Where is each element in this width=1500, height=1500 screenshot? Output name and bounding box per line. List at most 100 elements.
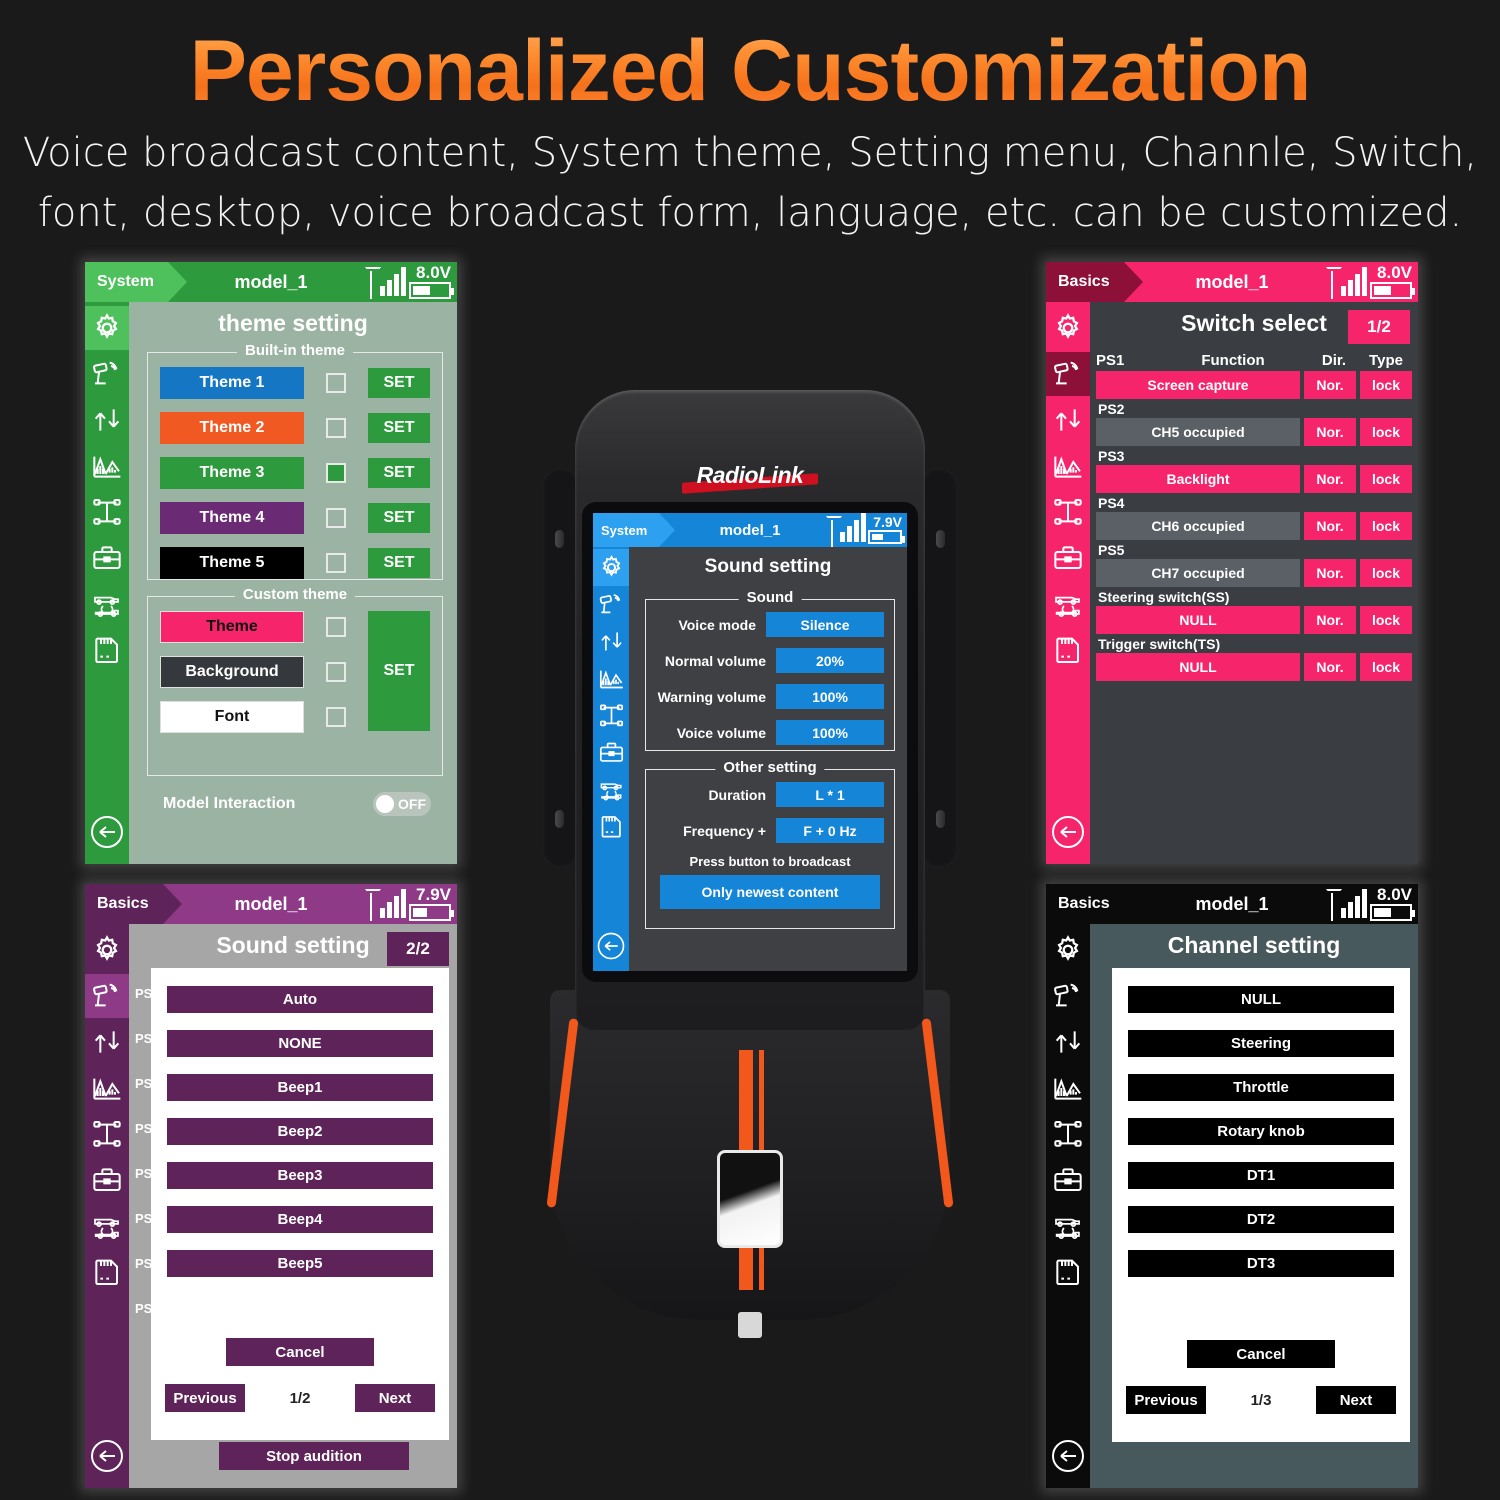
sidebar-item-chassis[interactable]: [1049, 1112, 1087, 1156]
switch-type-cell[interactable]: lock: [1360, 559, 1412, 587]
theme-option-button[interactable]: Theme 5: [160, 547, 304, 579]
sound-option-button[interactable]: Auto: [167, 986, 433, 1013]
sound-option-button[interactable]: Beep3: [167, 1162, 433, 1189]
theme-set-button[interactable]: SET: [368, 548, 430, 578]
channel-option-button[interactable]: DT2: [1128, 1206, 1394, 1233]
sidebar-item-sdcard[interactable]: [596, 808, 627, 845]
sidebar-item-sdcard[interactable]: [88, 1250, 126, 1294]
sidebar-item-chart[interactable]: [88, 1066, 126, 1110]
sound-option-button[interactable]: Beep1: [167, 1074, 433, 1101]
sidebar-item-chart[interactable]: [596, 660, 627, 697]
custom-theme-checkbox[interactable]: [326, 617, 346, 637]
sidebar-item-chassis[interactable]: [88, 490, 126, 534]
sidebar-item-chassis[interactable]: [88, 1112, 126, 1156]
switch-type-cell[interactable]: lock: [1360, 653, 1412, 681]
switch-dir-cell[interactable]: Nor.: [1304, 512, 1356, 540]
back-button[interactable]: [89, 1438, 125, 1474]
sidebar-item-updown[interactable]: [1049, 1020, 1087, 1064]
sound-cancel-button[interactable]: Cancel: [226, 1338, 374, 1366]
back-button[interactable]: [1050, 814, 1086, 850]
sidebar-item-transmitter[interactable]: [1046, 352, 1090, 396]
custom-theme-set-button[interactable]: SET: [368, 611, 430, 731]
sidebar-item-chassis[interactable]: [1049, 490, 1087, 534]
device-sidebar[interactable]: [593, 547, 629, 971]
channel-option-button[interactable]: Steering: [1128, 1030, 1394, 1057]
sidebar-item-updown[interactable]: [88, 398, 126, 442]
device-setting-value-button[interactable]: 100%: [776, 720, 884, 745]
sidebar-item-sdcard[interactable]: [1049, 628, 1087, 672]
sidebar-item-cars[interactable]: [88, 1204, 126, 1248]
device-grip-button[interactable]: [717, 1150, 783, 1248]
sidebar-item-cars[interactable]: [1049, 1204, 1087, 1248]
sidebar-item-transmitter[interactable]: [88, 352, 126, 396]
sidebar-item-toolbox[interactable]: [596, 734, 627, 771]
sidebar-item-toolbox[interactable]: [88, 1158, 126, 1202]
sidebar-item-chart[interactable]: [1049, 444, 1087, 488]
theme-checkbox[interactable]: [326, 463, 346, 483]
channel-option-button[interactable]: Rotary knob: [1128, 1118, 1394, 1145]
sidebar-item-sdcard[interactable]: [88, 628, 126, 672]
sidebar-item-toolbox[interactable]: [1049, 536, 1087, 580]
channel-cancel-button[interactable]: Cancel: [1187, 1340, 1335, 1368]
switch-type-cell[interactable]: lock: [1360, 418, 1412, 446]
custom-theme-checkbox[interactable]: [326, 707, 346, 727]
theme-option-button[interactable]: Theme 2: [160, 412, 304, 444]
sound-option-button[interactable]: NONE: [167, 1030, 433, 1057]
back-button[interactable]: [89, 814, 125, 850]
sidebar-item-gear[interactable]: [1049, 306, 1087, 350]
theme-sidebar[interactable]: [85, 302, 129, 864]
theme-checkbox[interactable]: [326, 508, 346, 528]
sidebar-item-chart[interactable]: [1049, 1066, 1087, 1110]
sound-sidebar[interactable]: [85, 924, 129, 1488]
channel-option-button[interactable]: NULL: [1128, 986, 1394, 1013]
switch-type-cell[interactable]: lock: [1360, 371, 1412, 399]
channel-option-button[interactable]: DT1: [1128, 1162, 1394, 1189]
sidebar-item-chassis[interactable]: [596, 697, 627, 734]
theme-option-button[interactable]: Theme 3: [160, 457, 304, 489]
back-button[interactable]: [596, 931, 626, 961]
sidebar-item-cars[interactable]: [88, 582, 126, 626]
switch-function-cell[interactable]: CH6 occupied: [1096, 512, 1300, 540]
sidebar-item-cars[interactable]: [596, 771, 627, 808]
model-interaction-toggle[interactable]: OFF: [373, 792, 431, 816]
custom-theme-option-button[interactable]: Background: [160, 656, 304, 688]
switch-function-cell[interactable]: Backlight: [1096, 465, 1300, 493]
sidebar-item-updown[interactable]: [1049, 398, 1087, 442]
theme-set-button[interactable]: SET: [368, 368, 430, 398]
channel-sidebar[interactable]: [1046, 924, 1090, 1488]
switch-function-cell[interactable]: NULL: [1096, 606, 1300, 634]
sidebar-item-chart[interactable]: [88, 444, 126, 488]
switch-function-cell[interactable]: Screen capture: [1096, 371, 1300, 399]
theme-checkbox[interactable]: [326, 553, 346, 573]
theme-option-button[interactable]: Theme 1: [160, 367, 304, 399]
sidebar-item-gear[interactable]: [593, 549, 629, 586]
sidebar-item-gear[interactable]: [1049, 928, 1087, 972]
sound-next-button[interactable]: Next: [354, 1384, 435, 1412]
device-setting-value-button[interactable]: 100%: [776, 684, 884, 709]
stop-audition-button[interactable]: Stop audition: [219, 1442, 409, 1470]
sidebar-item-cars[interactable]: [1049, 582, 1087, 626]
device-setting-value-button[interactable]: Silence: [766, 612, 884, 637]
theme-set-button[interactable]: SET: [368, 413, 430, 443]
channel-previous-button[interactable]: Previous: [1126, 1386, 1206, 1414]
custom-theme-option-button[interactable]: Font: [160, 701, 304, 733]
sound-option-button[interactable]: Beep2: [167, 1118, 433, 1145]
switch-dir-cell[interactable]: Nor.: [1304, 559, 1356, 587]
sidebar-item-sdcard[interactable]: [1049, 1250, 1087, 1294]
sound-page-badge[interactable]: 2/2: [387, 932, 449, 966]
sound-option-button[interactable]: Beep4: [167, 1206, 433, 1233]
switch-dir-cell[interactable]: Nor.: [1304, 371, 1356, 399]
switch-page-badge[interactable]: 1/2: [1348, 310, 1410, 344]
theme-set-button[interactable]: SET: [368, 458, 430, 488]
switch-function-cell[interactable]: CH7 occupied: [1096, 559, 1300, 587]
device-setting-value-button[interactable]: 20%: [776, 648, 884, 673]
back-button[interactable]: [1050, 1438, 1086, 1474]
switch-function-cell[interactable]: NULL: [1096, 653, 1300, 681]
device-setting-value-button[interactable]: F + 0 Hz: [776, 818, 884, 843]
theme-checkbox[interactable]: [326, 418, 346, 438]
channel-next-button[interactable]: Next: [1315, 1386, 1396, 1414]
theme-set-button[interactable]: SET: [368, 503, 430, 533]
sidebar-item-toolbox[interactable]: [88, 536, 126, 580]
sidebar-item-transmitter[interactable]: [1049, 974, 1087, 1018]
sound-previous-button[interactable]: Previous: [165, 1384, 245, 1412]
